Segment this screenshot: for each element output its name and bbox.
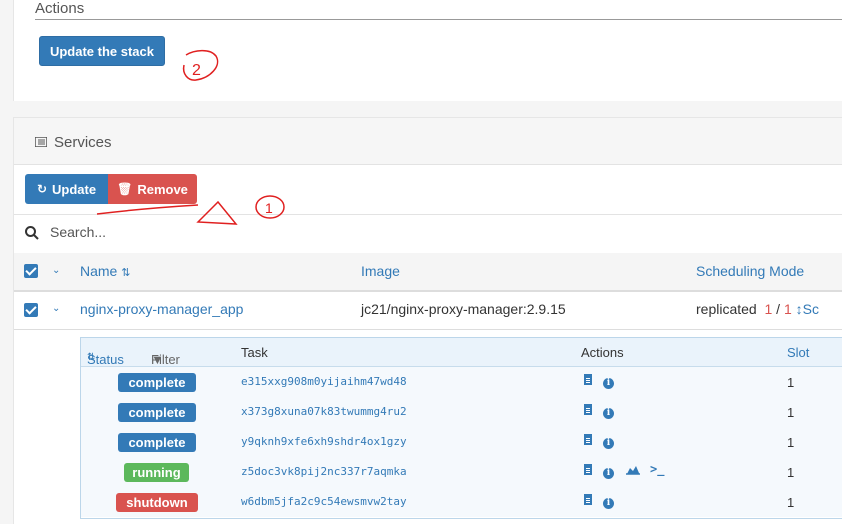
sort-icon: ⇅ (87, 352, 96, 363)
filter-icon: ▼ (151, 352, 164, 367)
info-icon[interactable]: i (603, 434, 614, 449)
logs-icon[interactable] (584, 374, 592, 388)
search-input[interactable] (48, 223, 452, 241)
slot-value: 1 (787, 495, 795, 510)
logs-icon[interactable] (584, 404, 592, 418)
actions-title: Actions (35, 0, 85, 17)
table-row: running z5doc3vk8pij2nc337r7aqmka i >_ 1 (81, 457, 842, 488)
status-badge: complete (118, 373, 196, 392)
tasks-table-header: Status ⇅ Filter ▼ Task Actions Slot (81, 338, 842, 367)
services-panel: Services ↻ Update 🗑︎ Remove ⌄ Name ⇅ Ima… (13, 117, 842, 524)
table-row: shutdown w6dbm5jfa2c9c54ewsmvw2tay i 1 (81, 487, 842, 517)
column-name[interactable]: Name ⇅ (80, 263, 130, 279)
status-badge: running (124, 463, 189, 482)
column-task: Task (241, 345, 268, 360)
table-row: complete y9qknh9xfe6xh9shdr4ox1gzy i 1 (81, 427, 842, 458)
status-badge: complete (118, 433, 196, 452)
column-image[interactable]: Image (361, 263, 400, 279)
replica-separator: / (776, 301, 781, 317)
column-name-label: Name (80, 263, 118, 279)
desired-count: 1 (783, 301, 792, 317)
logs-icon[interactable] (584, 434, 592, 448)
task-id-link[interactable]: z5doc3vk8pij2nc337r7aqmka (241, 465, 407, 478)
service-row-checkbox[interactable] (24, 303, 38, 317)
scale-label: Sc (802, 301, 819, 317)
table-row: complete e315xxg908m0yijaihm47wd48 i 1 (81, 367, 842, 398)
refresh-icon: ↻ (36, 182, 47, 196)
slot-value: 1 (787, 405, 795, 420)
info-icon[interactable]: i (603, 464, 614, 479)
task-id-link[interactable]: x373g8xuna07k83twummg4ru2 (241, 405, 407, 418)
service-image: jc21/nginx-proxy-manager:2.9.15 (361, 301, 566, 317)
list-icon (35, 137, 47, 147)
slot-value: 1 (787, 375, 795, 390)
actions-divider (35, 19, 842, 20)
chevron-down-icon[interactable]: ⌄ (52, 303, 60, 314)
info-icon[interactable]: i (603, 374, 614, 389)
info-icon[interactable]: i (603, 494, 614, 509)
logs-icon[interactable] (584, 494, 592, 508)
remove-button[interactable]: 🗑︎ Remove (108, 174, 197, 204)
column-slot[interactable]: Slot (787, 345, 809, 360)
column-scheduling-mode[interactable]: Scheduling Mode (696, 263, 804, 279)
trash-icon: 🗑︎ (117, 182, 133, 196)
logs-icon[interactable] (584, 464, 592, 478)
select-all-checkbox[interactable] (24, 264, 38, 278)
slot-value: 1 (787, 465, 795, 480)
tasks-table: Status ⇅ Filter ▼ Task Actions Slot comp… (80, 337, 842, 519)
task-id-link[interactable]: w6dbm5jfa2c9c54ewsmvw2tay (241, 495, 407, 508)
column-actions: Actions (581, 345, 624, 360)
scheduling-mode: replicated 1 / 1 ↕Sc (696, 301, 819, 317)
service-name-link[interactable]: nginx-proxy-manager_app (80, 301, 243, 317)
service-row: ⌄ nginx-proxy-manager_app jc21/nginx-pro… (14, 291, 842, 330)
remove-label: Remove (137, 181, 188, 197)
task-id-link[interactable]: y9qknh9xfe6xh9shdr4ox1gzy (241, 435, 407, 448)
update-label: Update (52, 181, 97, 197)
search-icon (25, 226, 39, 240)
sort-icon: ⇅ (121, 267, 131, 279)
console-icon[interactable]: >_ (650, 462, 664, 476)
update-button[interactable]: ↻ Update (25, 174, 108, 204)
scale-link[interactable]: ↕Sc (796, 301, 819, 317)
services-title: Services (54, 134, 112, 151)
chevron-down-icon[interactable]: ⌄ (52, 265, 60, 276)
search-bar (14, 214, 842, 254)
services-table-header: ⌄ Name ⇅ Image Scheduling Mode (14, 253, 842, 292)
table-row: complete x373g8xuna07k83twummg4ru2 i 1 (81, 397, 842, 428)
info-icon[interactable]: i (603, 404, 614, 419)
update-stack-button[interactable]: Update the stack (39, 36, 165, 66)
slot-value: 1 (787, 435, 795, 450)
status-badge: complete (118, 403, 196, 422)
services-header: Services (14, 118, 842, 165)
task-id-link[interactable]: e315xxg908m0yijaihm47wd48 (241, 375, 407, 388)
mode-label: replicated (696, 301, 757, 317)
stats-icon[interactable] (626, 464, 640, 478)
running-count: 1 (764, 301, 773, 317)
status-badge: shutdown (116, 493, 198, 512)
